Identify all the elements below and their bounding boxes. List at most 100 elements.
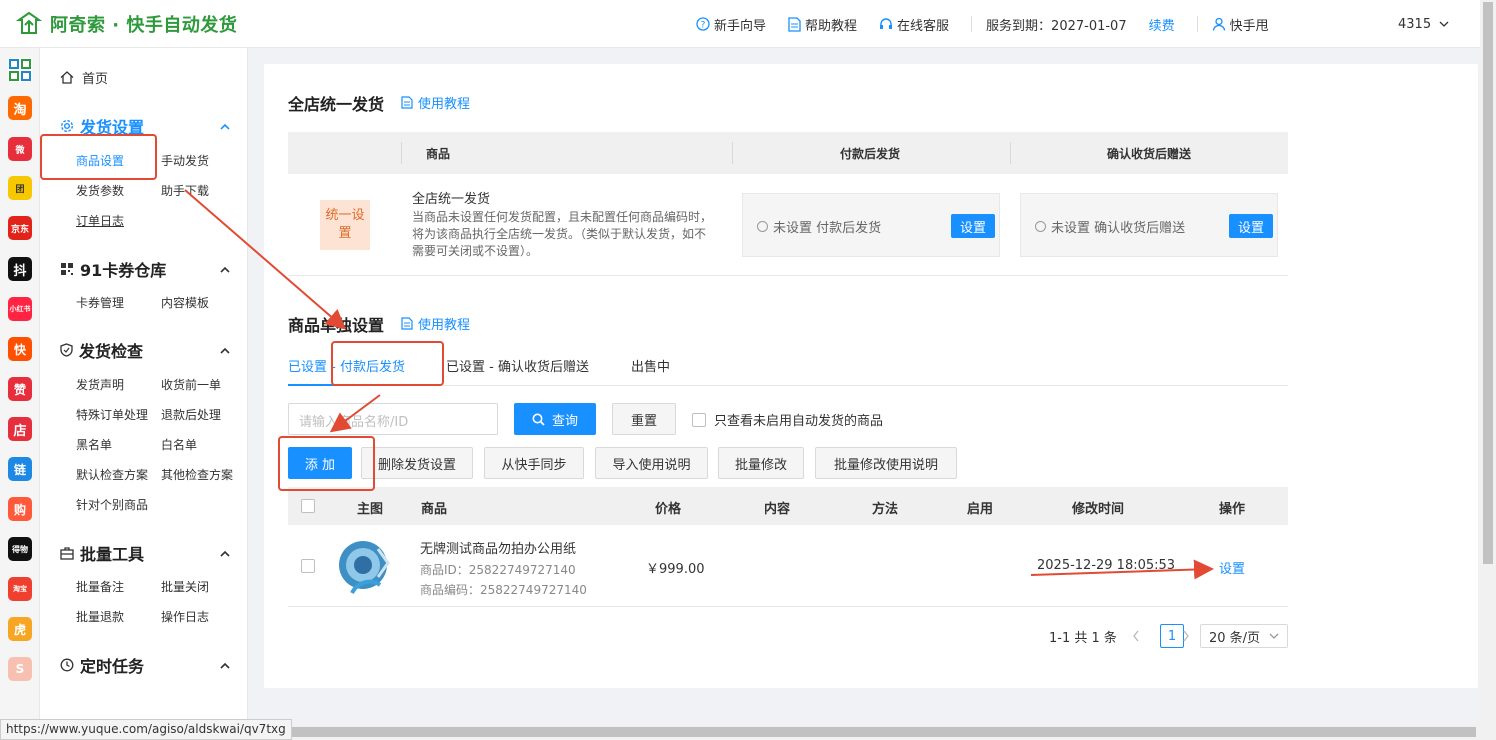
brand[interactable]: 阿奇索 · 快手自动发货 [16, 11, 237, 37]
menu-group-title: 批量工具 [80, 545, 145, 564]
select-all-checkbox[interactable] [301, 499, 315, 513]
page-size-select[interactable]: 20 条/页 [1200, 624, 1288, 648]
menu-item-content-template[interactable]: 内容模板 [161, 294, 209, 311]
guide-label: 新手向导 [714, 18, 767, 34]
dewu-app-icon[interactable]: 得物 [8, 537, 32, 561]
taobao2-app-icon[interactable]: 淘宝 [8, 577, 32, 601]
menu-item-batch-refund[interactable]: 批量退款 [76, 608, 124, 625]
unify-setting-tag: 统一设置 [320, 200, 370, 250]
top-header: 阿奇索 · 快手自动发货 ? 新手向导 帮助教程 在线客服 服务到期：2027-… [0, 0, 1480, 48]
chevron-down-icon [1439, 21, 1449, 27]
only-unenabled-filter[interactable]: 只查看未启用自动发货的商品 [692, 410, 883, 429]
vertical-scroll-thumb[interactable] [1483, 2, 1493, 564]
unify-title: 全店统一发货 [412, 192, 491, 207]
tiger-app-icon[interactable]: 虎 [8, 617, 32, 641]
service-link[interactable]: 在线客服 [879, 15, 949, 34]
link-app-icon[interactable]: 链 [8, 457, 32, 481]
expire-date: 服务到期：2027-01-07 [986, 15, 1127, 34]
menu-item-card-management[interactable]: 卡券管理 [76, 294, 124, 311]
menu-item-order-log[interactable]: 订单日志 [76, 212, 124, 229]
query-button[interactable]: 查询 [514, 403, 596, 435]
col-product: 商品 [421, 502, 448, 517]
import-instructions-button[interactable]: 导入使用说明 [595, 447, 708, 479]
menu-item-before-receipt[interactable]: 收货前一单 [161, 376, 221, 393]
renew-link[interactable]: 续费 [1149, 15, 1175, 34]
brand-logo-icon [16, 11, 42, 34]
product-image[interactable] [332, 535, 402, 599]
chevron-left-icon[interactable] [1132, 630, 1140, 642]
menu-item-helper-download[interactable]: 助手下载 [161, 182, 209, 199]
after-pay-radio[interactable]: 未设置 付款后发货 [757, 217, 881, 236]
global-table-row: 统一设置 全店统一发货 当商品未设置任何发货配置，且未配置任何商品编码时，将为该… [288, 174, 1288, 276]
menu-group-scheduled-tasks[interactable]: 定时任务 [60, 653, 230, 677]
product-name[interactable]: 无牌测试商品勿拍办公用纸 [420, 538, 576, 557]
menu-item-other-check-plan[interactable]: 其他检查方案 [161, 466, 233, 483]
shopee-app-icon[interactable]: S [8, 657, 32, 681]
product-search-input[interactable]: 请输入商品名称/ID [288, 403, 498, 435]
row-set-link[interactable]: 设置 [1219, 558, 1245, 577]
douyin-app-icon[interactable]: 抖 [8, 257, 32, 281]
menu-item-ship-params[interactable]: 发货参数 [76, 182, 124, 199]
col-product: 商品 [426, 147, 451, 161]
taobao-app-icon[interactable]: 淘 [8, 96, 32, 120]
nav-divider [1196, 16, 1198, 32]
weidian-app-icon[interactable]: 微 [8, 137, 32, 161]
grid-app-icon[interactable] [8, 58, 32, 82]
reset-button[interactable]: 重置 [612, 403, 676, 435]
menu-item-batch-close[interactable]: 批量关闭 [161, 578, 209, 595]
col-modified-time: 修改时间 [1072, 502, 1125, 517]
only-unenabled-label: 只查看未启用自动发货的商品 [714, 414, 884, 429]
svg-text:?: ? [701, 21, 706, 31]
kuaishou-app-icon[interactable]: 快 [8, 337, 32, 361]
pagination-current-page[interactable]: 1 [1160, 624, 1184, 648]
menu-item-after-refund[interactable]: 退款后处理 [161, 406, 221, 423]
tuan-app-icon[interactable]: 团 [8, 176, 32, 200]
after-pay-set-button[interactable]: 设置 [951, 214, 995, 238]
sync-kuaishou-button[interactable]: 从快手同步 [484, 447, 584, 479]
xiaohongshu-app-icon[interactable]: 小红书 [8, 297, 32, 321]
thumb-app-icon[interactable]: 赞 [8, 377, 32, 401]
menu-item-special-orders[interactable]: 特殊订单处理 [76, 406, 148, 423]
horizontal-scroll-thumb[interactable] [286, 727, 1476, 737]
user-menu[interactable]: 快手甩 [1212, 15, 1269, 34]
menu-group-batch-tools[interactable]: 批量工具 [60, 541, 230, 565]
chevron-right-icon[interactable] [1182, 630, 1190, 642]
after-confirm-set-button[interactable]: 设置 [1229, 214, 1273, 238]
batch-edit-instructions-button[interactable]: 批量修改使用说明 [815, 447, 957, 479]
col-content: 内容 [764, 502, 791, 517]
question-icon: ? [696, 17, 710, 31]
menu-item-operation-log[interactable]: 操作日志 [161, 608, 209, 625]
only-unenabled-checkbox[interactable] [692, 412, 706, 427]
vertical-scrollbar[interactable] [1480, 0, 1496, 724]
menu-item-blacklist[interactable]: 黑名单 [76, 436, 112, 453]
tab-on-sale[interactable]: 出售中 [631, 356, 670, 375]
tab-configured-after-confirm[interactable]: 已设置 - 确认收货后赠送 [446, 356, 589, 375]
item-tutorial-link[interactable]: 使用教程 [401, 314, 470, 333]
table-row: 无牌测试商品勿拍办公用纸 商品ID：25822749727140 商品编码：25… [288, 525, 1288, 607]
platform-app-bar: 淘 微 团 京东 抖 小红书 快 赞 店 链 购 得物 淘宝 虎 S [0, 48, 40, 724]
menu-item-manual-ship[interactable]: 手动发货 [161, 152, 209, 169]
menu-group-ship-check[interactable]: 发货检查 [60, 338, 230, 362]
after-confirm-radio[interactable]: 未设置 确认收货后赠送 [1035, 217, 1185, 236]
col-method: 方法 [872, 502, 899, 517]
menu-home-label: 首页 [82, 72, 109, 87]
gou-app-icon[interactable]: 购 [8, 497, 32, 521]
menu-item-ship-statement[interactable]: 发货声明 [76, 376, 124, 393]
global-tutorial-link[interactable]: 使用教程 [401, 93, 470, 112]
delete-ship-setting-button[interactable]: 删除发货设置 [361, 447, 473, 479]
menu-home[interactable]: 首页 [60, 68, 108, 87]
menu-item-batch-remark[interactable]: 批量备注 [76, 578, 124, 595]
home-icon [60, 71, 74, 84]
menu-group-card-warehouse[interactable]: 91卡券仓库 [60, 257, 230, 281]
jd-app-icon[interactable]: 京东 [8, 216, 32, 240]
guide-link[interactable]: ? 新手向导 [696, 15, 766, 34]
menu-item-whitelist[interactable]: 白名单 [161, 436, 197, 453]
user-id[interactable]: 4315 [1398, 17, 1449, 32]
help-link[interactable]: 帮助教程 [788, 15, 857, 34]
menu-item-default-check-plan[interactable]: 默认检查方案 [76, 466, 148, 483]
batch-edit-button[interactable]: 批量修改 [718, 447, 804, 479]
row-checkbox[interactable] [301, 559, 315, 573]
shop-app-icon[interactable]: 店 [8, 417, 32, 441]
annotation-box-add-button [278, 436, 375, 491]
menu-item-per-product[interactable]: 针对个别商品 [76, 496, 148, 513]
